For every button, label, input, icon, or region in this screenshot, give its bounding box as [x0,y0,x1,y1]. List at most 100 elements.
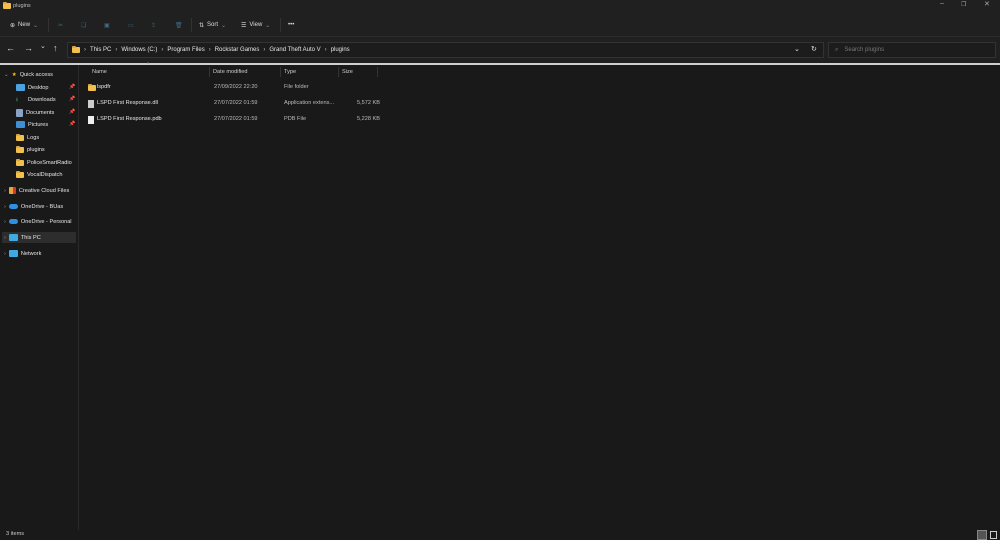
pictures-icon [16,121,25,128]
sort-icon: ⇅ [199,22,205,29]
view-icon: ☰ [241,22,247,29]
folder-icon [3,2,11,9]
sidebar-item-vocaldispatch[interactable]: VocalDispatch [16,169,62,180]
recent-locations-button[interactable]: ⌄ [40,42,46,50]
divider [280,18,281,32]
column-header-size[interactable]: Size [339,67,378,77]
view-button[interactable]: ☰ View ⌄ [241,18,270,32]
documents-icon [16,108,23,117]
address-bar[interactable]: › This PC › Windows (C:) › Program Files › R… [67,42,824,58]
share-icon: ⇪ [151,22,157,29]
folder-icon [16,133,24,141]
file-row[interactable]: lspdfr 27/09/2022 22:20 File folder [84,81,384,94]
star-icon: ★ [11,71,17,78]
folder-icon [72,46,80,53]
sidebar-item-desktop[interactable]: Desktop [16,82,49,93]
details-view-button[interactable] [977,530,987,540]
sort-button[interactable]: ⇅ Sort ⌄ [199,18,226,32]
sidebar-item-plugins[interactable]: plugins [16,144,45,155]
search-icon: ⌕ [835,46,839,53]
file-row[interactable]: LSPD First Response.dll 27/07/2022 01:59… [84,97,384,110]
item-count: 3 items [6,531,25,537]
chevron-right-icon: › [4,218,6,225]
breadcrumb-gta-v[interactable]: Grand Theft Auto V [269,47,320,53]
refresh-button[interactable]: ↻ [811,45,817,53]
delete-button[interactable]: 🗑 [175,18,183,32]
divider [191,18,192,32]
column-header-date[interactable]: Date modified [210,67,281,77]
command-bar: ⊕ New ⌄ ✂ ❏ ▣ ▭ ⇪ 🗑 ⇅ Sort ⌄ ☰ View ⌄ ••• [0,13,1000,37]
file-list: ^ Name Date modified Type Size lspdfr 27… [80,62,1000,530]
copy-icon: ❏ [81,22,87,29]
breadcrumb-this-pc[interactable]: This PC [90,47,111,53]
chevron-right-icon: › [4,250,6,257]
trash-icon: 🗑 [175,22,183,29]
sidebar-item-pictures[interactable]: Pictures [16,119,48,130]
download-icon: ⭳ [16,96,18,103]
search-input[interactable]: Search plugins [844,47,884,53]
folder-icon [16,170,24,178]
chevron-right-icon: › [4,203,6,210]
sidebar-item-downloads[interactable]: ⭳ Downloads [16,94,56,105]
computer-icon [8,234,18,241]
share-button[interactable]: ⇪ [151,18,156,32]
sidebar-item-policesmartradio[interactable]: PoliceSmartRadio [16,157,72,168]
back-button[interactable]: ← [6,43,15,53]
tiles-view-button[interactable] [990,531,997,539]
divider [48,18,49,32]
paste-icon: ▣ [104,22,110,29]
cloud-icon [8,204,18,209]
sidebar-item-quick-access[interactable]: ⌄ ★ Quick access [4,69,53,80]
folder-icon [16,145,24,153]
chevron-down-icon: ⌄ [4,71,9,78]
column-header-name[interactable]: Name [89,67,210,77]
up-button[interactable]: ↑ [53,43,58,53]
pin-icon: 📌 [69,96,76,102]
folder-icon [88,84,96,91]
sidebar-item-onedrive-personal[interactable]: › OneDrive - Personal [4,216,72,227]
folder-icon [16,158,24,166]
title-bar: plugins – ❐ ✕ [0,0,1000,13]
breadcrumb-program-files[interactable]: Program Files [167,47,204,53]
chevron-down-icon: ⌄ [265,22,271,29]
cloud-icon [8,219,18,224]
column-header-type[interactable]: Type [281,67,339,77]
new-button[interactable]: ⊕ New ⌄ [10,18,38,32]
chevron-right-icon: › [4,234,6,241]
desktop-icon [16,84,25,91]
chevron-down-icon: ⌄ [33,22,39,29]
cut-button[interactable]: ✂ [58,18,63,32]
pin-icon: 📌 [69,121,76,127]
sidebar-item-this-pc[interactable]: › This PC [2,232,76,243]
pin-icon: 📌 [69,84,76,90]
minimize-button[interactable]: – [940,0,944,7]
rename-button[interactable]: ▭ [128,18,134,32]
sidebar-item-documents[interactable]: Documents [16,107,54,118]
chevron-down-icon: ⌄ [221,22,227,29]
breadcrumb-plugins[interactable]: plugins [331,47,350,53]
address-dropdown-button[interactable]: ⌄ [794,45,800,53]
chevron-right-icon: › [4,187,6,194]
forward-button[interactable]: → [24,43,33,53]
file-icon [88,116,94,124]
sidebar-item-creative-cloud[interactable]: › Creative Cloud Files [4,185,69,196]
sidebar-item-logs[interactable]: Logs [16,132,39,143]
restore-button[interactable]: ❐ [961,1,966,8]
paste-button[interactable]: ▣ [104,18,110,32]
window-title: plugins [13,3,31,9]
breadcrumb-rockstar-games[interactable]: Rockstar Games [215,47,260,53]
plus-circle-icon: ⊕ [10,22,16,29]
sidebar-item-onedrive-buas[interactable]: › OneDrive - BUas [4,201,63,212]
file-row[interactable]: LSPD First Response.pdb 27/07/2022 01:59… [84,113,384,126]
network-icon [8,250,18,257]
more-options-button[interactable]: ••• [288,18,294,32]
breadcrumb-windows-c[interactable]: Windows (C:) [121,47,157,53]
creative-cloud-icon [8,187,16,194]
close-button[interactable]: ✕ [984,0,990,8]
scissors-icon: ✂ [58,22,64,29]
search-box[interactable]: ⌕ Search plugins [828,42,996,58]
navigation-pane: ⌄ ★ Quick access Desktop 📌 ⭳ Downloads 📌 Do… [0,65,79,530]
sidebar-item-network[interactable]: › Network [4,248,41,259]
dll-file-icon [88,100,94,108]
copy-button[interactable]: ❏ [81,18,86,32]
